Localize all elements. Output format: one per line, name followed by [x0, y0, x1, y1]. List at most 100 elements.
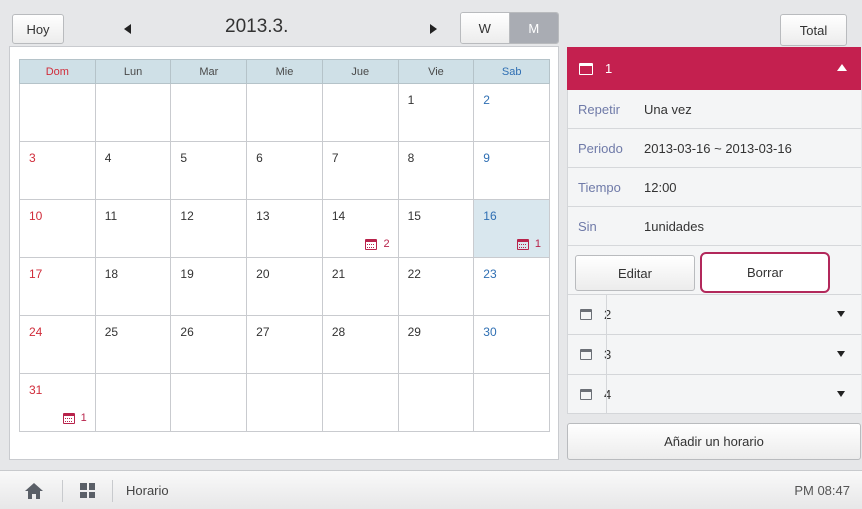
detail-actions: Editar Borrar: [567, 246, 861, 294]
calendar-day-cell[interactable]: 28: [322, 316, 399, 374]
calendar-day-cell[interactable]: [20, 84, 96, 142]
day-number: 23: [483, 267, 497, 281]
calendar-day-cell[interactable]: 4: [95, 142, 172, 200]
month-view-button[interactable]: M: [509, 13, 558, 43]
calendar-icon: [62, 412, 75, 424]
weekday-sat: Sab: [501, 65, 522, 78]
day-number: 17: [29, 267, 43, 281]
schedule-detail-header[interactable]: 1: [567, 47, 861, 90]
calendar-day-cell[interactable]: [95, 374, 172, 432]
calendar-day-cell[interactable]: 1: [398, 84, 475, 142]
day-number: 3: [29, 151, 36, 165]
day-number: 13: [256, 209, 270, 223]
detail-key: Tiempo: [578, 179, 621, 195]
event-indicator: 2: [365, 238, 390, 250]
month-calendar: Dom Lun Mar Mie Jue Vie Sab 1 2 3 4 5 6 7 8 9 10 1…: [9, 46, 559, 460]
delete-button[interactable]: Borrar: [700, 252, 830, 293]
clock: PM 08:47: [794, 483, 850, 498]
day-number: 4: [104, 151, 112, 165]
calendar-day-cell[interactable]: 8: [398, 142, 475, 200]
day-number: 18: [104, 267, 119, 281]
calendar-day-cell[interactable]: 31 1: [20, 374, 96, 432]
weekday-header: Dom Lun Mar Mie Jue Vie Sab: [19, 59, 550, 84]
calendar-day-cell[interactable]: 10: [20, 200, 96, 258]
day-number: 26: [180, 325, 194, 339]
page-name: Horario: [126, 483, 169, 498]
day-number: 5: [180, 151, 188, 165]
calendar-day-cell[interactable]: 29: [398, 316, 475, 374]
day-number: 9: [483, 151, 490, 165]
day-number: 7: [331, 151, 339, 165]
edit-button[interactable]: Editar: [575, 255, 695, 291]
total-button[interactable]: Total: [780, 14, 847, 46]
calendar-day-cell[interactable]: [322, 374, 399, 432]
next-month-button[interactable]: [418, 14, 448, 44]
day-number: 6: [256, 151, 263, 165]
calendar-icon: [580, 309, 592, 320]
day-number: 20: [256, 267, 270, 281]
calendar-day-cell[interactable]: [322, 84, 399, 142]
divider: [62, 480, 63, 502]
weekday-thu: Jue: [323, 60, 399, 83]
calendar-day-cell[interactable]: 5: [171, 142, 248, 200]
calendar-icon: [580, 349, 592, 360]
calendar-day-cell[interactable]: 16 1: [474, 200, 550, 258]
calendar-day-cell[interactable]: 27: [247, 316, 323, 374]
schedule-item-collapsed[interactable]: 4: [567, 374, 861, 414]
calendar-day-cell[interactable]: 20: [247, 258, 323, 316]
calendar-day-cell[interactable]: 11: [95, 200, 172, 258]
expand-arrow-icon: [837, 351, 845, 357]
add-schedule-button[interactable]: Añadir un horario: [567, 423, 861, 460]
calendar-day-cell[interactable]: [171, 374, 248, 432]
day-number: 21: [331, 267, 346, 281]
schedule-detail-number: 1: [605, 61, 613, 76]
calendar-day-cell[interactable]: 30: [474, 316, 550, 374]
week-view-button[interactable]: W: [461, 13, 510, 43]
calendar-day-cell[interactable]: [398, 374, 475, 432]
day-number: 16: [483, 209, 497, 223]
calendar-day-cell[interactable]: [95, 84, 172, 142]
calendar-day-cell[interactable]: 12: [171, 200, 248, 258]
calendar-day-cell[interactable]: [247, 374, 323, 432]
calendar-day-cell[interactable]: [474, 374, 550, 432]
calendar-day-cell[interactable]: 22: [398, 258, 475, 316]
home-icon[interactable]: [25, 483, 43, 499]
calendar-day-cell[interactable]: 23: [474, 258, 550, 316]
calendar-day-cell[interactable]: [171, 84, 248, 142]
grid-icon[interactable]: [80, 483, 95, 498]
calendar-day-cell[interactable]: 24: [20, 316, 96, 374]
today-button[interactable]: Hoy: [12, 14, 64, 44]
day-number: 10: [29, 209, 43, 223]
calendar-icon: [365, 238, 378, 250]
calendar-day-cell[interactable]: 13: [247, 200, 323, 258]
schedule-detail-body: Repetir Una vez Periodo 2013-03-16 ~ 201…: [567, 90, 861, 246]
calendar-day-cell[interactable]: 14 2: [322, 200, 399, 258]
calendar-day-cell[interactable]: 18: [95, 258, 172, 316]
detail-key: Periodo: [578, 140, 623, 156]
calendar-day-cell[interactable]: 9: [474, 142, 550, 200]
calendar-day-cell[interactable]: 19: [171, 258, 248, 316]
triangle-right-icon: [429, 24, 437, 34]
prev-month-button[interactable]: [112, 14, 142, 44]
calendar-day-cell[interactable]: 7: [322, 142, 399, 200]
calendar-icon: [579, 62, 593, 75]
day-number: 15: [407, 209, 421, 223]
calendar-day-cell[interactable]: 17: [20, 258, 96, 316]
divider: [606, 375, 607, 413]
day-number: 24: [29, 325, 43, 339]
schedule-item-collapsed[interactable]: 3: [567, 334, 861, 374]
calendar-day-cell[interactable]: 3: [20, 142, 96, 200]
calendar-day-cell[interactable]: [247, 84, 323, 142]
day-number: 14: [331, 209, 346, 223]
calendar-grid: 1 2 3 4 5 6 7 8 9 10 11 12 13 14 2 15 16 1 17 18 19 20 21 22 23 2…: [19, 84, 550, 432]
calendar-day-cell[interactable]: 26: [171, 316, 248, 374]
schedule-item-collapsed[interactable]: 2: [567, 294, 861, 334]
calendar-day-cell[interactable]: 15: [398, 200, 475, 258]
detail-value: 1unidades: [644, 218, 704, 234]
view-mode-toggle: W M: [460, 12, 559, 44]
calendar-day-cell[interactable]: 21: [322, 258, 399, 316]
calendar-day-cell[interactable]: 6: [247, 142, 323, 200]
calendar-day-cell[interactable]: 2: [474, 84, 550, 142]
detail-value: Una vez: [644, 101, 692, 117]
calendar-day-cell[interactable]: 25: [95, 316, 172, 374]
